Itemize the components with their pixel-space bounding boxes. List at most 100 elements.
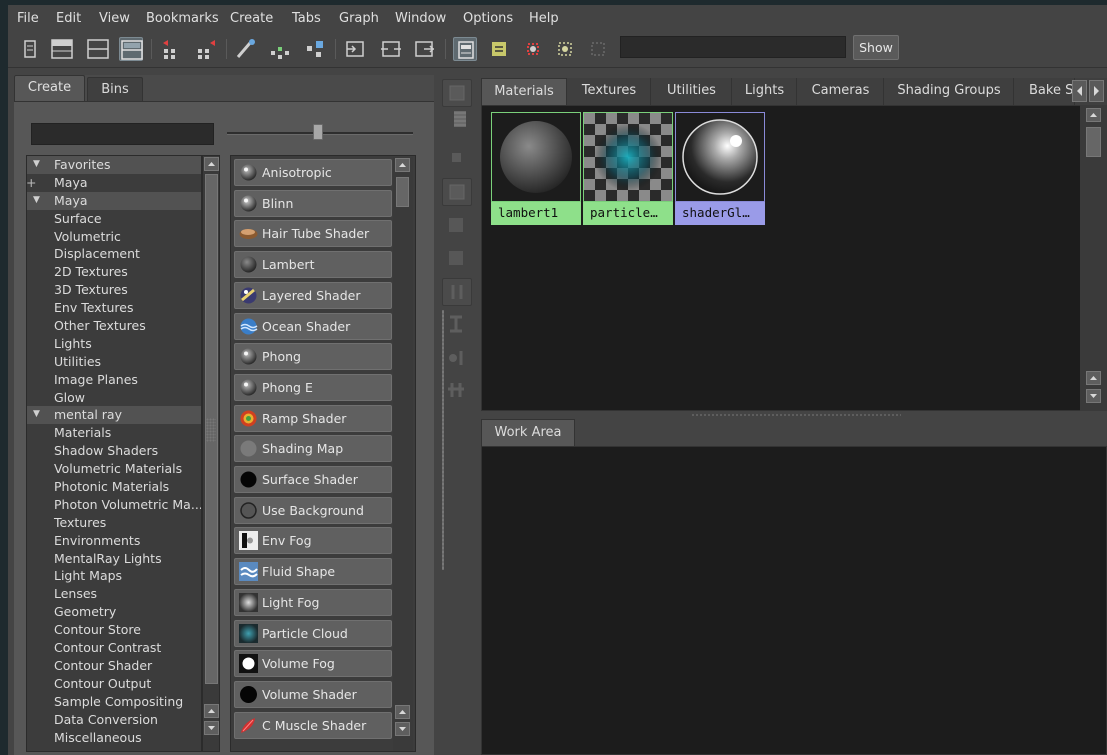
tree-icon[interactable] bbox=[553, 37, 577, 61]
shader-button[interactable]: Volume Shader bbox=[234, 680, 392, 708]
tree-scrollbar[interactable] bbox=[202, 155, 220, 752]
material-swatch[interactable]: lambert1 bbox=[491, 112, 581, 225]
tab-create[interactable]: Create bbox=[14, 75, 85, 101]
menu-graph[interactable]: Graph bbox=[339, 11, 379, 26]
tree-item[interactable]: Other Textures bbox=[27, 317, 201, 335]
shader-button[interactable]: C Muscle Shader bbox=[234, 711, 392, 739]
tree-item[interactable]: ▼ Favorites bbox=[27, 156, 201, 174]
show-both-tabs-icon[interactable] bbox=[119, 37, 143, 61]
sort-icon[interactable] bbox=[586, 37, 610, 61]
shader-button[interactable]: Blinn bbox=[234, 189, 392, 217]
shader-button[interactable]: Fluid Shape bbox=[234, 558, 392, 586]
scroll-up-arrow[interactable] bbox=[1086, 108, 1101, 122]
output-connections-icon[interactable] bbox=[194, 37, 218, 61]
square-icon[interactable] bbox=[442, 245, 472, 273]
tree-item[interactable]: Geometry bbox=[27, 603, 201, 621]
menu-help[interactable]: Help bbox=[529, 11, 559, 26]
materials-scrollbar[interactable] bbox=[1080, 105, 1107, 411]
square-icon[interactable] bbox=[442, 212, 472, 240]
tree-item[interactable]: Light Maps bbox=[27, 567, 201, 585]
scroll-up-arrow[interactable] bbox=[395, 705, 410, 719]
filter-input[interactable] bbox=[31, 123, 214, 145]
tab-work-area[interactable]: Work Area bbox=[481, 419, 575, 446]
tree-item[interactable]: Utilities bbox=[27, 353, 201, 371]
list-view-icon[interactable] bbox=[454, 111, 466, 127]
shader-button[interactable]: Ramp Shader bbox=[234, 404, 392, 432]
show-button[interactable]: Show bbox=[853, 35, 899, 60]
shader-button[interactable]: Phong bbox=[234, 343, 392, 371]
tree-item[interactable]: Miscellaneous bbox=[27, 729, 201, 747]
tree-item[interactable]: + Maya bbox=[27, 174, 201, 192]
small-square-icon[interactable] bbox=[442, 145, 472, 173]
tab-cameras[interactable]: Cameras bbox=[798, 78, 884, 105]
shader-button[interactable]: Particle Cloud bbox=[234, 619, 392, 647]
sort-reverse-icon[interactable] bbox=[442, 377, 472, 405]
scroll-up-arrow[interactable] bbox=[1086, 371, 1101, 385]
shader-scroll-thumb[interactable] bbox=[396, 177, 409, 207]
material-swatch[interactable]: particle… bbox=[583, 112, 673, 225]
shader-button[interactable]: Surface Shader bbox=[234, 466, 392, 493]
menu-file[interactable]: File bbox=[17, 11, 39, 26]
names-icon[interactable] bbox=[487, 37, 511, 61]
menu-view[interactable]: View bbox=[99, 11, 130, 26]
shader-list-scrollbar[interactable] bbox=[393, 157, 413, 751]
shader-button[interactable]: Use Background bbox=[234, 496, 392, 524]
input-connections-icon[interactable] bbox=[343, 37, 367, 61]
menu-window[interactable]: Window bbox=[395, 11, 446, 26]
tree-item[interactable]: Image Planes bbox=[27, 371, 201, 389]
shader-button[interactable]: Hair Tube Shader bbox=[234, 220, 392, 248]
shader-button[interactable]: Shading Map bbox=[234, 435, 392, 463]
sort-time-icon[interactable] bbox=[442, 345, 472, 373]
tree-item[interactable]: MentalRay Lights bbox=[27, 550, 201, 568]
scroll-up-arrow[interactable] bbox=[395, 158, 410, 172]
tree-item[interactable]: Contour Contrast bbox=[27, 639, 201, 657]
panel-resize-grip[interactable] bbox=[206, 418, 216, 442]
remove-unused-icon[interactable] bbox=[268, 37, 292, 61]
menu-tabs[interactable]: Tabs bbox=[292, 11, 321, 26]
shader-button[interactable]: Lambert bbox=[234, 251, 392, 279]
input-output-icon[interactable] bbox=[379, 37, 403, 61]
tree-item[interactable]: Contour Shader bbox=[27, 657, 201, 675]
tree-item[interactable]: Volumetric Materials bbox=[27, 460, 201, 478]
tree-item[interactable]: Displacement bbox=[27, 245, 201, 263]
tab-materials[interactable]: Materials bbox=[481, 78, 567, 105]
materials-scroll-thumb[interactable] bbox=[1086, 127, 1101, 157]
rearrange-graph-icon[interactable] bbox=[303, 37, 327, 61]
graph-materials-icon[interactable] bbox=[234, 37, 258, 61]
tree-item[interactable]: ▼ mental ray bbox=[27, 406, 201, 425]
tab-bake-sets[interactable]: Bake S bbox=[1015, 78, 1075, 105]
material-swatch[interactable]: shaderGl… bbox=[675, 112, 765, 225]
sort-icon[interactable] bbox=[442, 278, 472, 306]
tree-item[interactable]: Photonic Materials bbox=[27, 478, 201, 496]
tab-scroll-left-icon[interactable] bbox=[1072, 80, 1087, 102]
tree-item[interactable]: Data Conversion bbox=[27, 711, 201, 729]
menu-create[interactable]: Create bbox=[230, 11, 273, 26]
menu-options[interactable]: Options bbox=[463, 11, 513, 26]
icon-size-slider-handle[interactable] bbox=[313, 124, 323, 140]
shader-button[interactable]: Phong E bbox=[234, 373, 392, 401]
sort-type-icon[interactable] bbox=[442, 311, 472, 339]
tab-lights[interactable]: Lights bbox=[733, 78, 797, 105]
shader-button[interactable]: Env Fog bbox=[234, 527, 392, 555]
tree-item[interactable]: Surface bbox=[27, 210, 201, 228]
expand-triangle-icon[interactable]: ▼ bbox=[33, 156, 40, 174]
tree-item[interactable]: Lenses bbox=[27, 585, 201, 603]
toolbar-search-input[interactable] bbox=[620, 36, 846, 58]
tab-bins[interactable]: Bins bbox=[87, 77, 143, 101]
divider-grip[interactable] bbox=[691, 414, 901, 416]
tree-item[interactable]: ▼ Maya bbox=[27, 191, 201, 210]
shader-button[interactable]: Ocean Shader bbox=[234, 312, 392, 340]
large-square-icon[interactable] bbox=[442, 178, 472, 206]
tree-item[interactable]: Photon Volumetric Ma... bbox=[27, 496, 201, 514]
tab-shading-groups[interactable]: Shading Groups bbox=[885, 78, 1014, 105]
shader-button[interactable]: Volume Fog bbox=[234, 650, 392, 678]
tab-scroll-right-icon[interactable] bbox=[1089, 80, 1104, 102]
tree-item[interactable]: Glow bbox=[27, 389, 201, 407]
filter-icon[interactable] bbox=[521, 37, 545, 61]
tree-item[interactable]: 2D Textures bbox=[27, 263, 201, 281]
scroll-down-arrow[interactable] bbox=[395, 722, 410, 736]
expand-triangle-icon[interactable]: ▼ bbox=[33, 192, 40, 210]
scroll-down-arrow[interactable] bbox=[204, 721, 219, 735]
tree-item[interactable]: Shadow Shaders bbox=[27, 442, 201, 460]
tree-item[interactable]: Lights bbox=[27, 335, 201, 353]
